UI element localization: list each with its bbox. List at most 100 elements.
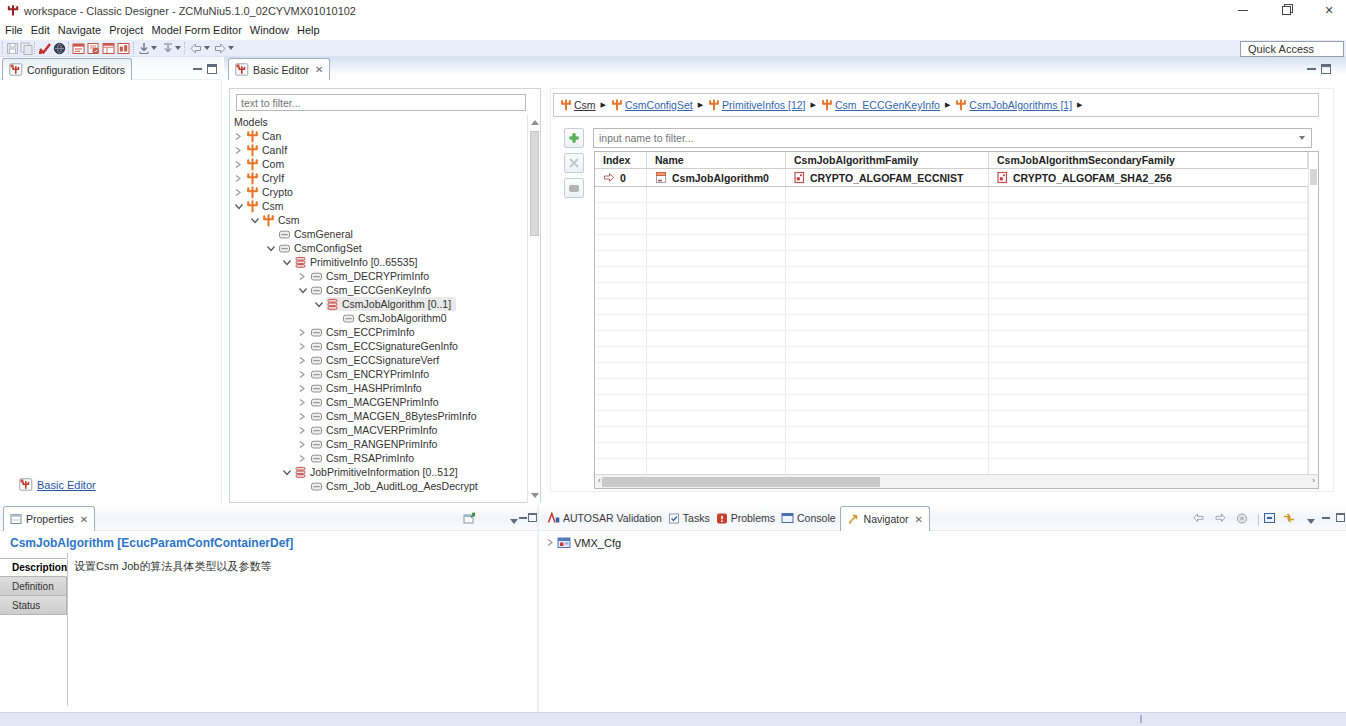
cell-secondary-family[interactable]: CRYPTO_ALGOFAM_SHA2_256	[989, 169, 1308, 186]
close-properties-icon[interactable]: ✕	[80, 514, 88, 525]
tree-collapsed-icon[interactable]	[298, 454, 310, 463]
tree-expanded-icon[interactable]	[314, 300, 326, 309]
validate-icon[interactable]	[37, 41, 52, 56]
basic-editor-link[interactable]: Basic Editor	[19, 478, 96, 491]
extract-icon[interactable]	[160, 41, 175, 56]
report-icon[interactable]	[116, 41, 131, 56]
cell-family[interactable]: CRYPTO_ALGOFAM_ECCNIST	[786, 169, 989, 186]
tree-item-cryif[interactable]: CryIf	[230, 171, 526, 185]
bottom-panel-divider[interactable]	[537, 505, 539, 712]
tree-collapsed-icon[interactable]	[298, 342, 310, 351]
scroll-up-icon[interactable]	[531, 120, 539, 125]
tab-configuration-editors[interactable]: Configuration Editors	[2, 58, 132, 80]
back-history-icon[interactable]	[1192, 511, 1204, 525]
back-icon[interactable]	[188, 41, 203, 56]
navigator-tree-item[interactable]: VMX_Cfg	[546, 536, 621, 549]
close-tab-icon[interactable]: ✕	[315, 64, 323, 75]
tree-collapsed-icon[interactable]	[298, 356, 310, 365]
tree-item-csm-eccpriminfo[interactable]: Csm_ECCPrimInfo	[230, 325, 526, 339]
column-header-csmjobalgorithmsecondaryfamily[interactable]: CsmJobAlgorithmSecondaryFamily	[989, 152, 1308, 168]
extract-dropdown[interactable]	[175, 46, 181, 50]
close-window-button[interactable]: ✕	[1314, 0, 1344, 21]
column-header-index[interactable]: Index	[595, 152, 647, 168]
tab-console[interactable]: Console	[779, 512, 838, 524]
menu-edit[interactable]: Edit	[27, 21, 54, 40]
tree-collapsed-icon[interactable]	[298, 440, 310, 449]
save-icon[interactable]	[5, 41, 20, 56]
tree-collapsed-icon[interactable]	[298, 272, 310, 281]
tree-item-csm-rangenpriminfo[interactable]: Csm_RANGENPrimInfo	[230, 437, 526, 451]
tab-navigator[interactable]: Navigator✕	[840, 506, 930, 531]
tree-filter-input[interactable]	[236, 94, 526, 111]
tree-item-csmgeneral[interactable]: CsmGeneral	[230, 227, 526, 241]
tree-item-crypto[interactable]: Crypto	[230, 185, 526, 199]
tree-item-csm[interactable]: Csm	[230, 199, 526, 213]
tab-tasks[interactable]: Tasks	[666, 512, 712, 524]
scroll-left-icon[interactable]: ‹	[598, 476, 601, 485]
column-header-name[interactable]: Name	[647, 152, 786, 168]
tab-basic-editor[interactable]: Basic Editor ✕	[228, 58, 330, 80]
maximize-view-icon[interactable]	[207, 64, 217, 74]
minimize-window-button[interactable]	[1228, 0, 1258, 21]
cell-name[interactable]: CsmJobAlgorithm0	[647, 169, 786, 186]
table-filter-input[interactable]	[593, 128, 1312, 148]
scroll-right-icon[interactable]: ›	[1312, 476, 1315, 485]
tree-item-models[interactable]: Models	[230, 115, 526, 129]
tree-item-csm-job-auditlog-aesdecrypt[interactable]: Csm_Job_AuditLog_AesDecrypt	[230, 479, 526, 493]
minimize-editor-icon[interactable]	[1307, 63, 1316, 70]
tree-item-csm-macgen-8bytespriminfo[interactable]: Csm_MACGEN_8BytesPrimInfo	[230, 409, 526, 423]
tree-item-canif[interactable]: CanIf	[230, 143, 526, 157]
tree-item-csm-hashpriminfo[interactable]: Csm_HASHPrimInfo	[230, 381, 526, 395]
table-horizontal-scrollbar[interactable]: ‹ ›	[595, 474, 1318, 488]
tree-scrollbar-thumb[interactable]	[530, 131, 539, 236]
properties-tab-description[interactable]: Description	[0, 558, 67, 577]
tree-collapsed-icon[interactable]	[234, 188, 246, 197]
tree-item-csm-macgenpriminfo[interactable]: Csm_MACGENPrimInfo	[230, 395, 526, 409]
breadcrumb-item-csm[interactable]: Csm	[560, 99, 596, 111]
tree-expanded-icon[interactable]	[298, 286, 310, 295]
add-row-button[interactable]	[564, 128, 584, 148]
breadcrumb-link[interactable]: PrimitiveInfos [12]	[722, 99, 805, 111]
sync-icon[interactable]	[1282, 511, 1294, 525]
open-new-view-icon[interactable]	[463, 511, 475, 525]
tree-collapsed-icon[interactable]	[298, 398, 310, 407]
breadcrumb-link[interactable]: CsmConfigSet	[625, 99, 693, 111]
breadcrumb-item-csmjobalgorithms-1[interactable]: CsmJobAlgorithms [1]	[955, 99, 1072, 111]
table-hscroll-thumb[interactable]	[602, 477, 880, 487]
tree-item-jobprimitiveinformation-0-512[interactable]: JobPrimitiveInformation [0..512]	[230, 465, 526, 479]
properties-tab-definition[interactable]: Definition	[0, 577, 67, 596]
tree-item-csm[interactable]: Csm	[230, 213, 526, 227]
model-editor-icon[interactable]	[71, 41, 86, 56]
table-vertical-scrollbar[interactable]	[1308, 152, 1318, 474]
breadcrumb-link[interactable]: Csm	[574, 99, 596, 111]
tab-properties[interactable]: Properties ✕	[3, 506, 95, 531]
code-view-icon[interactable]	[86, 41, 101, 56]
tree-expanded-icon[interactable]	[266, 244, 278, 253]
console-view-menu-icon[interactable]	[1305, 514, 1317, 528]
menu-file[interactable]: File	[1, 21, 27, 40]
forward-icon[interactable]	[212, 41, 227, 56]
delete-row-button[interactable]	[564, 153, 584, 173]
tree-item-csm-rsapriminfo[interactable]: Csm_RSAPrimInfo	[230, 451, 526, 465]
tree-item-csm-eccsignatureverf[interactable]: Csm_ECCSignatureVerf	[230, 353, 526, 367]
tab-problems[interactable]: Problems	[714, 512, 777, 524]
tree-item-csmjobalgorithm0[interactable]: CsmJobAlgorithm0	[230, 311, 526, 325]
tree-item-csm-eccgenkeyinfo[interactable]: Csm_ECCGenKeyInfo	[230, 283, 526, 297]
tree-collapsed-icon[interactable]	[234, 174, 246, 183]
tree-expanded-icon[interactable]	[282, 258, 294, 267]
tree-item-com[interactable]: Com	[230, 157, 526, 171]
tree-expanded-icon[interactable]	[282, 468, 294, 477]
menu-project[interactable]: Project	[105, 21, 147, 40]
table-vscroll-thumb[interactable]	[1310, 169, 1317, 185]
breadcrumb-item-primitiveinfos-12[interactable]: PrimitiveInfos [12]	[708, 99, 805, 111]
scroll-down-icon[interactable]	[531, 493, 539, 498]
breadcrumb-item-csm-eccgenkeyinfo[interactable]: Csm_ECCGenKeyInfo	[821, 99, 940, 111]
tree-item-csm-macverpriminfo[interactable]: Csm_MACVERPrimInfo	[230, 423, 526, 437]
restore-window-button[interactable]	[1271, 0, 1301, 21]
tree-expanded-icon[interactable]	[234, 202, 246, 211]
tree-expanded-icon[interactable]	[250, 216, 262, 225]
breadcrumb-link[interactable]: CsmJobAlgorithms [1]	[969, 99, 1072, 111]
import-dropdown[interactable]	[151, 46, 157, 50]
tree-collapsed-icon[interactable]	[298, 328, 310, 337]
breadcrumb-item-csmconfigset[interactable]: CsmConfigSet	[611, 99, 693, 111]
